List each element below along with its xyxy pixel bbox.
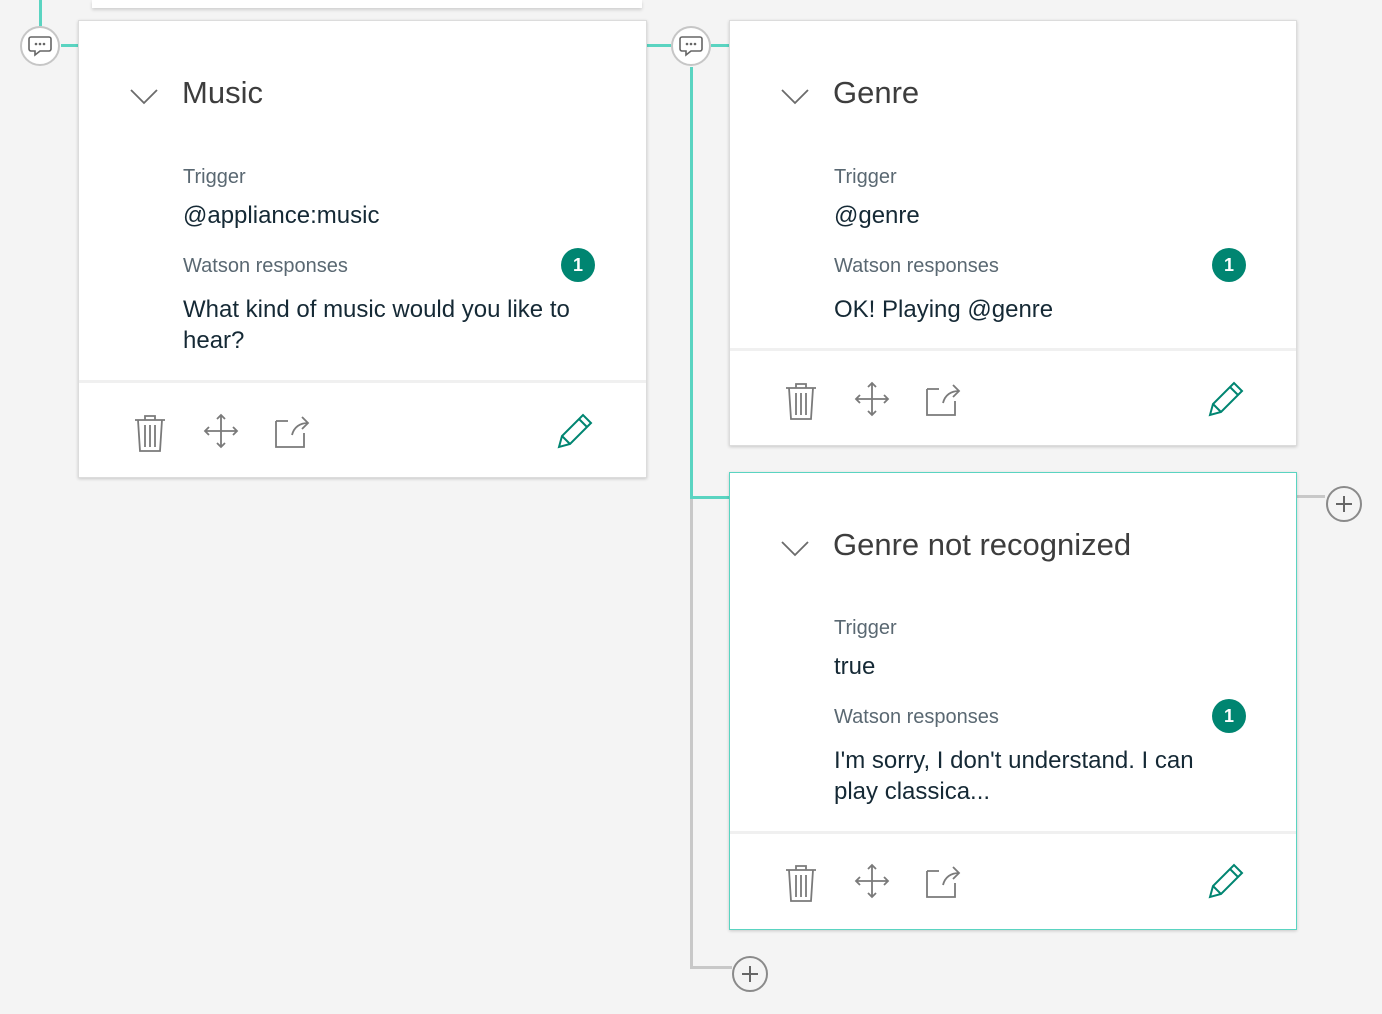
card-divider <box>730 831 1296 834</box>
trigger-value: true <box>834 653 876 680</box>
responses-label: Watson responses <box>834 706 999 728</box>
jump-to-icon[interactable] <box>923 379 963 419</box>
trigger-value: @genre <box>834 202 920 229</box>
responses-label: Watson responses <box>183 255 348 277</box>
trigger-label: Trigger <box>834 166 897 188</box>
plus-circle-icon[interactable] <box>732 956 768 992</box>
connector-line <box>647 44 671 47</box>
response-text: OK! Playing @genre <box>834 296 1054 323</box>
node-title[interactable]: Music <box>182 75 263 111</box>
move-icon[interactable] <box>201 411 241 451</box>
node-title[interactable]: Genre <box>833 75 919 111</box>
trash-icon[interactable] <box>781 381 821 421</box>
connector-line <box>690 499 693 968</box>
node-title[interactable]: Genre not recognized <box>833 527 1131 563</box>
dialog-node-card[interactable]: Genre not recognized Trigger true Watson… <box>729 472 1297 930</box>
chat-bubble-icon[interactable] <box>20 26 60 66</box>
dialog-node-card[interactable]: Genre Trigger @genre Watson responses 1 … <box>729 20 1297 446</box>
card-divider <box>79 380 646 383</box>
chevron-down-icon[interactable] <box>780 539 810 557</box>
jump-to-icon[interactable] <box>272 411 312 451</box>
edit-pencil-icon[interactable] <box>1206 379 1246 419</box>
connector-line <box>711 44 730 47</box>
connector-line <box>61 44 79 47</box>
trash-icon[interactable] <box>130 413 170 453</box>
response-text: What kind of music would you like to hea… <box>183 296 570 354</box>
connector-line <box>39 0 42 26</box>
connector-line <box>690 67 693 499</box>
responses-count-badge: 1 <box>1212 699 1246 733</box>
responses-label: Watson responses <box>834 255 999 277</box>
response-text: I'm sorry, I don't understand. I can pla… <box>834 747 1194 805</box>
chevron-down-icon[interactable] <box>129 87 159 105</box>
jump-to-icon[interactable] <box>923 861 963 901</box>
connector-line <box>690 966 732 969</box>
connector-line <box>1297 495 1325 498</box>
dialog-node-card[interactable]: Music Trigger @appliance:music Watson re… <box>78 20 647 478</box>
chat-bubble-icon[interactable] <box>671 26 711 66</box>
move-icon[interactable] <box>852 379 892 419</box>
dialog-tree-canvas: Music Trigger @appliance:music Watson re… <box>0 0 1382 1014</box>
edit-pencil-icon[interactable] <box>555 411 595 451</box>
responses-count-badge: 1 <box>561 248 595 282</box>
trigger-value: @appliance:music <box>183 202 380 229</box>
connector-line <box>690 496 730 499</box>
trigger-label: Trigger <box>183 166 246 188</box>
responses-count-badge: 1 <box>1212 248 1246 282</box>
trigger-label: Trigger <box>834 617 897 639</box>
move-icon[interactable] <box>852 861 892 901</box>
top-card-edge <box>92 0 642 8</box>
trash-icon[interactable] <box>781 863 821 903</box>
edit-pencil-icon[interactable] <box>1206 861 1246 901</box>
chevron-down-icon[interactable] <box>780 87 810 105</box>
plus-circle-icon[interactable] <box>1326 486 1362 522</box>
card-divider <box>730 348 1296 351</box>
